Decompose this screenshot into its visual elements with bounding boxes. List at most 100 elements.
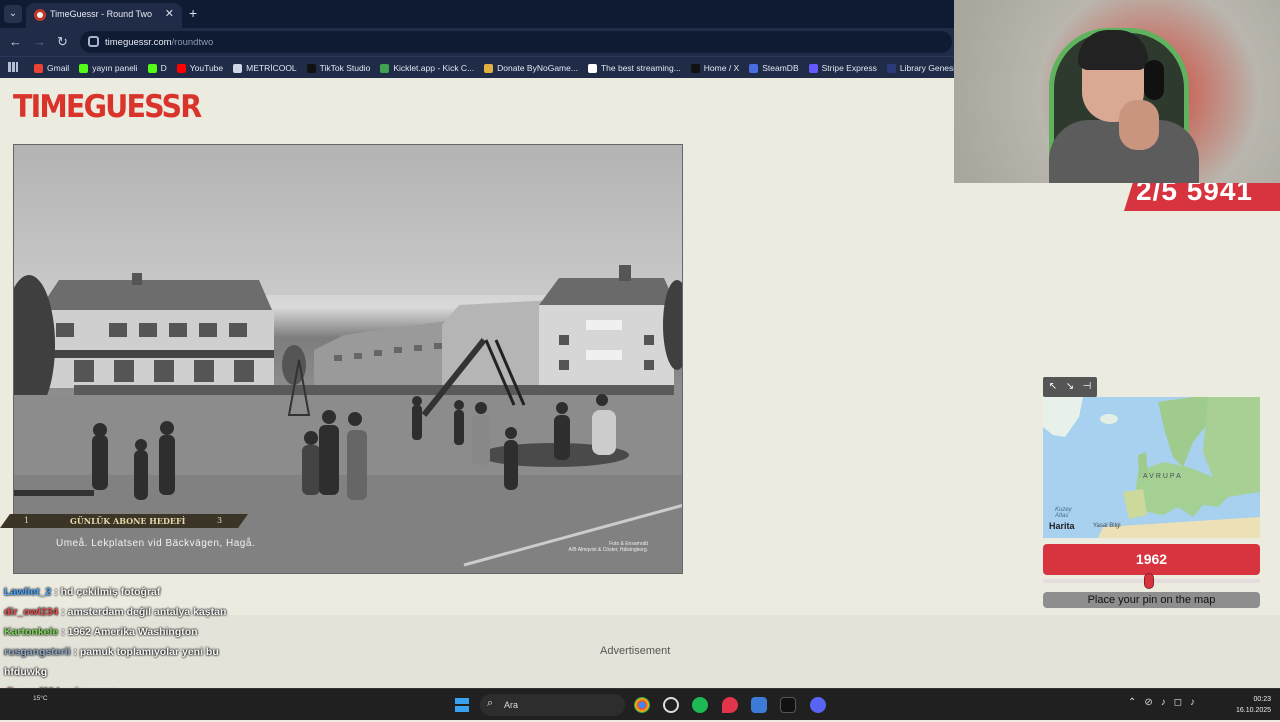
capcut-icon[interactable] xyxy=(780,697,796,713)
chat-separator: : xyxy=(58,606,68,618)
apps-grid-icon[interactable] xyxy=(8,62,18,72)
bookmark-label: TikTok Studio xyxy=(319,63,371,73)
bookmark-item[interactable]: yayın paneli xyxy=(79,63,138,73)
windows-taskbar: 15°C ⌕ Ara ⌃⊘♪◻♪ 00:23 16.10.2025 xyxy=(0,688,1280,720)
discord-icon[interactable] xyxy=(810,697,826,713)
goal-end-value: 3 xyxy=(217,516,223,525)
shrink-map-icon[interactable]: ↘ xyxy=(1063,380,1077,394)
url-host: timeguessr.com xyxy=(105,37,172,48)
bookmark-item[interactable]: TikTok Studio xyxy=(306,63,371,73)
chat-separator: : xyxy=(58,626,68,638)
timeguessr-logo[interactable]: TIMEGUESSR xyxy=(13,89,202,125)
bookmark-label: D xyxy=(160,63,167,73)
back-icon[interactable]: ← xyxy=(9,34,22,49)
chat-text: hd çekilmiş fotoğraf xyxy=(60,586,161,598)
year-slider-thumb[interactable] xyxy=(1144,573,1155,589)
windows-start-icon[interactable] xyxy=(455,698,469,712)
bookmarks-bar: Gmail yayın paneli D YouTube METRİCOOL TikTok… xyxy=(0,56,959,78)
bookmark-item[interactable]: SteamDB xyxy=(749,63,799,73)
kick-icon xyxy=(147,63,157,73)
photo-caption: Umeå. Lekplatsen vid Bäckvägen, Hagå. xyxy=(56,538,256,549)
map-ocean-label: Kuzey Atlas xyxy=(1055,507,1072,519)
tab-title: TimeGuessr - Round Two xyxy=(50,9,153,19)
map-ocean-label-line-2: Atlas xyxy=(1055,513,1069,519)
tab-search-button[interactable]: ⌄ xyxy=(4,5,22,23)
clock-date: 16.10.2025 xyxy=(1236,707,1272,714)
chat-message: rusgangsterii : pamuk toplamıyolar yeni … xyxy=(0,642,240,682)
bookmark-item[interactable]: The best streaming... xyxy=(587,63,681,73)
map-legal-link[interactable]: Yasal Bilgi xyxy=(1093,523,1121,529)
reload-icon[interactable]: ↻ xyxy=(57,34,68,50)
round-photo: Umeå. Lekplatsen vid Bäckvägen, Hagå. Fo… xyxy=(13,144,683,574)
url-path: /roundtwo xyxy=(171,37,214,48)
riot-icon[interactable] xyxy=(722,697,738,713)
year-display: 1962 xyxy=(1043,544,1260,575)
bookmark-list: Gmail yayın paneli D YouTube METRİCOOL TikTok… xyxy=(34,57,959,79)
bookmark-item[interactable]: Home / X xyxy=(690,63,740,73)
bookmark-label: The best streaming... xyxy=(600,63,681,73)
taskbar-search[interactable]: ⌕ Ara xyxy=(480,694,625,716)
new-tab-icon[interactable]: + xyxy=(189,5,197,21)
bookmark-label: Kicklet.app - Kick C... xyxy=(393,63,475,73)
streaming-icon xyxy=(587,63,597,73)
weather-widget[interactable]: 15°C xyxy=(33,695,48,702)
clock-time: 00:23 xyxy=(1253,696,1272,703)
steam-icon[interactable] xyxy=(751,697,767,713)
bookmark-item[interactable]: YouTube xyxy=(176,63,224,73)
site-info-icon[interactable] xyxy=(88,36,99,47)
bookmark-label: yayın paneli xyxy=(92,63,138,73)
obs-icon[interactable] xyxy=(663,697,679,713)
bookmark-item[interactable]: METRİCOOL xyxy=(233,63,297,73)
apple-maps-logo: Harita xyxy=(1049,521,1075,531)
chat-separator: : xyxy=(70,646,80,658)
bookmark-item[interactable]: D xyxy=(147,63,167,73)
gmail-icon xyxy=(34,63,43,73)
chat-username: rusgangsterii xyxy=(4,646,71,658)
stripe-icon xyxy=(808,63,818,73)
map-size-controls: ↖ ↘ ⊣ xyxy=(1043,377,1097,397)
spotify-icon[interactable] xyxy=(692,697,708,713)
x-icon xyxy=(690,63,700,73)
subscriber-goal-bar: 1 GÜNLÜK ABONE HEDEFİ 3 xyxy=(0,514,248,528)
bookmark-item[interactable]: Stripe Express xyxy=(808,63,877,73)
metricool-icon xyxy=(233,63,243,73)
bookmark-label: Stripe Express xyxy=(821,63,877,73)
photo-credit-line-2: A/B Almqvist & Cöster, Hälsingborg. xyxy=(568,547,648,553)
tab-timeguessr[interactable]: TimeGuessr - Round Two ✕ xyxy=(26,3,182,28)
forward-icon[interactable]: → xyxy=(33,34,46,49)
chat-message: dir_owl234 : amsterdam değil antalya kaş… xyxy=(0,602,240,622)
browser-tab-bar: ⌄ TimeGuessr - Round Two ✕ + xyxy=(0,0,954,28)
bookmark-item[interactable]: Donate ByNoGame... xyxy=(484,63,578,73)
bookmark-item[interactable]: Gmail xyxy=(34,63,69,73)
kicklet-icon xyxy=(380,63,390,73)
expand-map-icon[interactable]: ↖ xyxy=(1046,380,1060,394)
url-text: timeguessr.com/roundtwo xyxy=(105,37,213,48)
timeguessr-favicon-icon xyxy=(34,9,46,21)
headset-icon xyxy=(1144,60,1164,100)
chat-message: Kartonkele : 1962 Amerika Washington xyxy=(0,622,240,642)
kick-icon xyxy=(79,63,89,73)
guess-map[interactable]: AVRUPA Kuzey Atlas Harita Yasal Bilgi xyxy=(1043,397,1260,538)
clock[interactable]: 00:23 16.10.2025 xyxy=(1236,694,1271,716)
place-pin-button[interactable]: Place your pin on the map xyxy=(1043,592,1260,608)
close-tab-icon[interactable]: ✕ xyxy=(165,7,174,20)
bookmark-label: YouTube xyxy=(189,63,224,73)
chat-text: 1962 Amerika Washington xyxy=(67,626,198,638)
bookmark-label: SteamDB xyxy=(762,63,799,73)
bookmark-label: Home / X xyxy=(703,63,740,73)
goal-label: GÜNLÜK ABONE HEDEFİ xyxy=(70,516,186,526)
bookmark-label: Gmail xyxy=(47,63,70,73)
streamer-hand xyxy=(1119,100,1159,150)
bookmark-label: METRİCOOL xyxy=(246,63,297,73)
bookmark-item[interactable]: Library Genesis xyxy=(886,63,959,73)
address-bar[interactable]: timeguessr.com/roundtwo xyxy=(80,31,952,53)
chat-separator: : xyxy=(51,586,61,598)
system-tray[interactable]: ⌃⊘♪◻♪ xyxy=(1128,697,1203,708)
bookmark-item[interactable]: Kicklet.app - Kick C... xyxy=(380,63,474,73)
chrome-icon[interactable] xyxy=(634,697,650,713)
photo-credit: Foto & Ensamrätt A/B Almqvist & Cöster, … xyxy=(569,541,648,553)
chat-message: Lawliet_2 : hd çekilmiş fotoğraf xyxy=(0,582,240,602)
pin-map-icon[interactable]: ⊣ xyxy=(1080,380,1094,394)
youtube-icon xyxy=(176,63,186,73)
browser-toolbar: ← → ↻ timeguessr.com/roundtwo xyxy=(0,28,954,56)
